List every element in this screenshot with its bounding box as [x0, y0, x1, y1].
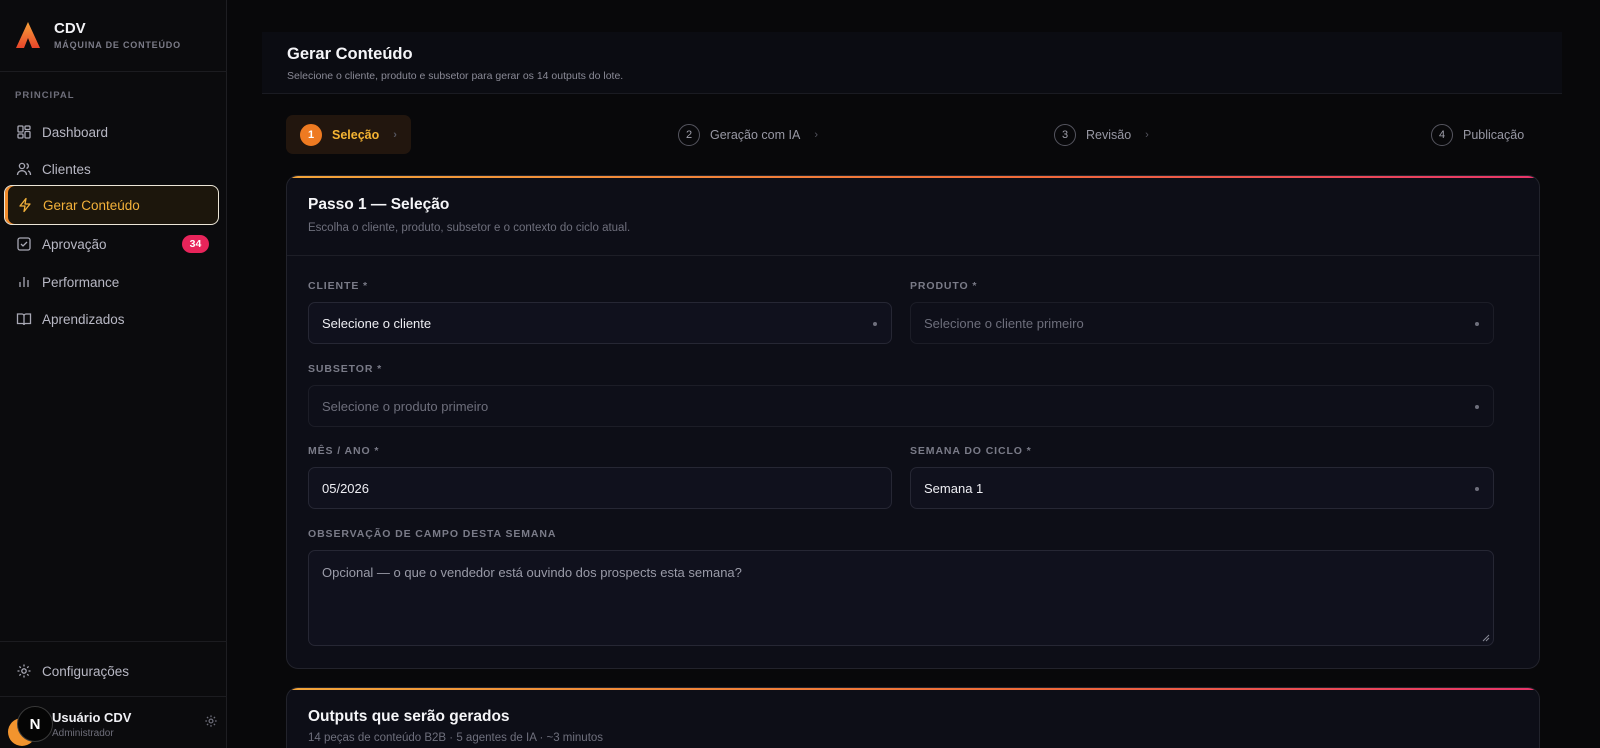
chevron-right-icon: › — [814, 128, 818, 141]
sidebar-item-clientes[interactable]: Clientes — [4, 149, 219, 189]
card-title: Passo 1 — Seleção — [308, 196, 450, 213]
sidebar-item-label: Performance — [42, 274, 120, 290]
sidebar-item-label: Aprendizados — [42, 311, 125, 327]
card-divider — [287, 255, 1539, 256]
chevron-down-icon — [1475, 322, 1479, 326]
sidebar-item-performance[interactable]: Performance — [4, 262, 219, 302]
semana-select[interactable]: Semana 1 — [910, 467, 1494, 509]
users-icon — [16, 162, 32, 176]
dev-indicator-button[interactable]: N — [17, 706, 53, 742]
dashboard-icon — [17, 125, 31, 139]
produto-label: PRODUTO * — [910, 280, 978, 292]
cliente-label: CLIENTE * — [308, 280, 369, 292]
bolt-icon — [19, 197, 31, 213]
observacao-label: OBSERVAÇÃO DE CAMPO DESTA SEMANA — [308, 528, 557, 540]
brand-name: CDV — [54, 20, 86, 37]
select-value: Selecione o cliente primeiro — [924, 315, 1084, 331]
sidebar-item-gerar-conteudo[interactable]: Gerar Conteúdo — [4, 185, 219, 225]
brand[interactable]: CDV MÁQUINA DE CONTEÚDO — [16, 20, 181, 50]
page-title: Gerar Conteúdo — [287, 45, 413, 63]
check-square-icon — [17, 237, 31, 251]
page-subtitle: Selecione o cliente, produto e subsetor … — [287, 70, 624, 82]
mes-ano-label: MÊS / ANO * — [308, 445, 380, 457]
stepper: 1 Seleção › 2 Geração com IA › 3 Revisão… — [286, 115, 1536, 155]
select-value: Semana 1 — [924, 480, 984, 496]
sidebar-item-label: Dashboard — [42, 124, 109, 140]
step-selecao[interactable]: 1 Seleção › — [286, 115, 411, 154]
step-number: 1 — [300, 123, 322, 146]
sidebar-item-label: Gerar Conteúdo — [43, 197, 140, 213]
logo-icon — [16, 22, 40, 48]
resize-handle-icon[interactable] — [1482, 634, 1490, 642]
page-header: Gerar Conteúdo Selecione o cliente, prod… — [262, 32, 1562, 94]
approval-count-badge: 34 — [182, 235, 209, 253]
semana-label: SEMANA DO CICLO * — [910, 445, 1032, 457]
sidebar-item-configuracoes[interactable]: Configurações — [4, 651, 219, 691]
step-publicacao[interactable]: 4 Publicação — [1431, 115, 1524, 154]
subsetor-select[interactable]: Selecione o produto primeiro — [308, 385, 1494, 427]
produto-select[interactable]: Selecione o cliente primeiro — [910, 302, 1494, 344]
user-profile[interactable]: N Usuário CDV Administrador — [8, 706, 218, 746]
bar-chart-icon — [19, 277, 29, 287]
sidebar-section-label: PRINCIPAL — [15, 90, 75, 101]
sidebar-item-dashboard[interactable]: Dashboard — [4, 112, 219, 152]
step-label: Publicação — [1463, 127, 1525, 142]
selection-card: Passo 1 — Seleção Escolha o cliente, pro… — [286, 175, 1540, 669]
brand-subtitle: MÁQUINA DE CONTEÚDO — [54, 40, 181, 50]
chevron-down-icon — [1475, 487, 1479, 491]
step-label: Revisão — [1086, 127, 1132, 142]
user-name: Usuário CDV — [52, 710, 132, 725]
select-value: Selecione o cliente — [322, 315, 432, 331]
sidebar-item-label: Aprovação — [42, 236, 107, 252]
step-revisao[interactable]: 3 Revisão › — [1054, 115, 1149, 154]
sidebar-item-aprendizados[interactable]: Aprendizados — [4, 299, 219, 339]
sidebar-divider — [0, 641, 227, 642]
chevron-down-icon — [873, 322, 877, 326]
input-value: 05/2026 — [322, 480, 369, 496]
sidebar: CDV MÁQUINA DE CONTEÚDO PRINCIPAL Dashbo… — [0, 0, 227, 748]
step-label: Geração com IA — [710, 127, 801, 142]
outputs-card: Outputs que serão gerados 14 peças de co… — [286, 687, 1540, 748]
user-role: Administrador — [52, 728, 114, 739]
select-value: Selecione o produto primeiro — [322, 398, 489, 414]
subsetor-label: SUBSETOR * — [308, 363, 383, 375]
step-number: 2 — [678, 123, 700, 146]
card-subtitle: Escolha o cliente, produto, subsetor e o… — [308, 222, 631, 234]
gear-icon[interactable] — [204, 714, 218, 728]
chevron-right-icon: › — [1145, 128, 1149, 141]
step-geracao[interactable]: 2 Geração com IA › — [678, 115, 818, 154]
card-subtitle: 14 peças de conteúdo B2B · 5 agentes de … — [308, 732, 604, 744]
chevron-right-icon: › — [393, 128, 397, 141]
sidebar-divider — [0, 71, 227, 72]
observacao-textarea[interactable]: Opcional — o que o vendedor está ouvindo… — [308, 550, 1494, 646]
step-number: 4 — [1431, 123, 1453, 146]
cliente-select[interactable]: Selecione o cliente — [308, 302, 892, 344]
sidebar-item-label: Configurações — [42, 663, 130, 679]
gear-icon — [17, 664, 31, 678]
step-number: 3 — [1054, 123, 1076, 146]
sidebar-item-label: Clientes — [42, 161, 91, 177]
sidebar-divider — [0, 696, 227, 697]
mes-ano-input[interactable]: 05/2026 — [308, 467, 892, 509]
sidebar-item-aprovacao[interactable]: Aprovação 34 — [4, 224, 219, 264]
chevron-down-icon — [1475, 405, 1479, 409]
textarea-placeholder: Opcional — o que o vendedor está ouvindo… — [322, 565, 742, 580]
book-icon — [16, 313, 32, 326]
step-label: Seleção — [332, 127, 380, 142]
card-title: Outputs que serão gerados — [308, 708, 510, 725]
